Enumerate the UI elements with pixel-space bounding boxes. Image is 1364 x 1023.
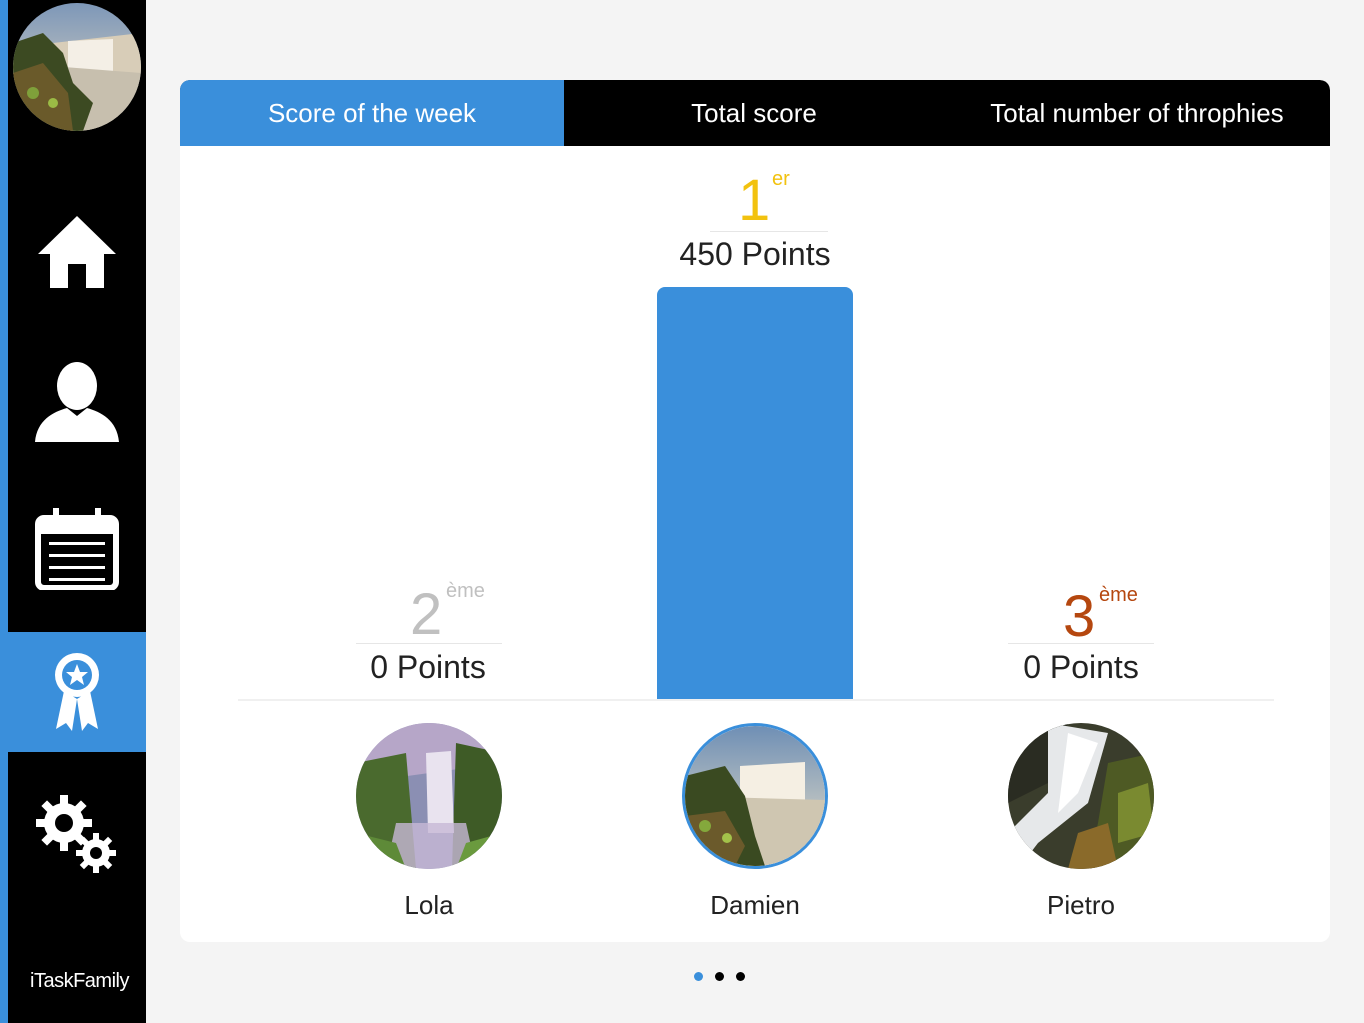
page-dot-3[interactable] bbox=[736, 972, 745, 981]
sidebar-item-settings[interactable] bbox=[8, 776, 146, 896]
app-logo: iTaskFamily bbox=[30, 970, 129, 992]
tab-total-trophies[interactable]: Total number of throphies bbox=[944, 80, 1330, 146]
points-third: 0 Points bbox=[1023, 649, 1139, 685]
player-name-lola: Lola bbox=[404, 890, 454, 920]
divider bbox=[356, 643, 502, 644]
sidebar-item-profile[interactable] bbox=[8, 340, 146, 460]
points-first: 450 Points bbox=[679, 236, 831, 272]
sidebar-accent-edge bbox=[0, 0, 8, 1023]
score-bar-first bbox=[657, 287, 853, 699]
avatar-pietro[interactable] bbox=[1008, 723, 1154, 869]
sidebar-item-awards[interactable] bbox=[8, 632, 146, 752]
rank-third: 3 bbox=[1063, 584, 1096, 649]
avatar-damien[interactable] bbox=[682, 723, 828, 869]
rank-second-suffix: ème bbox=[446, 580, 485, 602]
rank-third-suffix: ème bbox=[1099, 584, 1138, 606]
tab-score-of-the-week[interactable]: Score of the week bbox=[180, 80, 564, 146]
award-ribbon-icon bbox=[55, 653, 99, 731]
person-icon bbox=[35, 362, 119, 442]
player-name-pietro: Pietro bbox=[1047, 890, 1115, 920]
sidebar-item-home[interactable] bbox=[8, 192, 146, 312]
rank-first-suffix: er bbox=[772, 168, 790, 190]
points-second: 0 Points bbox=[370, 649, 486, 685]
divider bbox=[710, 231, 828, 232]
chart-baseline bbox=[238, 699, 1274, 701]
home-icon bbox=[38, 216, 116, 288]
sidebar: iTaskFamily bbox=[0, 0, 146, 1023]
user-avatar[interactable] bbox=[13, 3, 141, 131]
page-indicator[interactable] bbox=[694, 972, 745, 981]
avatar-lola[interactable] bbox=[356, 723, 502, 869]
calendar-icon bbox=[35, 508, 119, 590]
page-dot-1[interactable] bbox=[694, 972, 703, 981]
leaderboard-card: Score of the week Total score Total numb… bbox=[180, 80, 1330, 942]
rank-first: 1 bbox=[738, 168, 771, 233]
page-dot-2[interactable] bbox=[715, 972, 724, 981]
rank-second: 2 bbox=[410, 582, 443, 647]
sidebar-item-calendar[interactable] bbox=[8, 488, 146, 608]
player-name-damien: Damien bbox=[710, 890, 800, 920]
gears-icon bbox=[36, 795, 116, 873]
tab-bar: Score of the week Total score Total numb… bbox=[180, 80, 1330, 146]
divider bbox=[1008, 643, 1154, 644]
tab-total-score[interactable]: Total score bbox=[564, 80, 944, 146]
